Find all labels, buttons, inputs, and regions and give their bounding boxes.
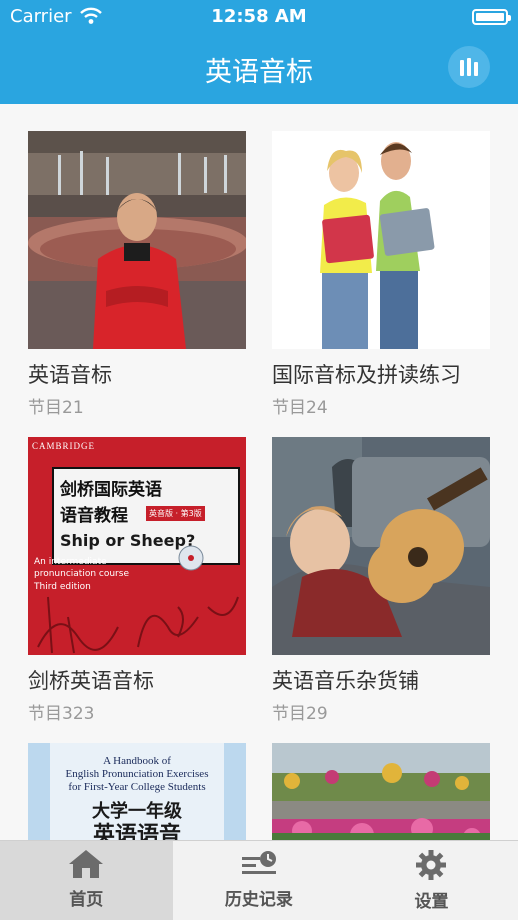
book-heading: 英语语音 — [92, 823, 181, 840]
program-card[interactable] — [272, 743, 490, 840]
now-playing-button[interactable] — [448, 46, 490, 88]
status-time: 12:58 AM — [211, 6, 307, 27]
book-subtitle: Ship or Sheep? — [60, 531, 196, 550]
book-title-box: 剑桥国际英语 语音教程 英音版 · 第3版 Ship or Sheep? — [52, 467, 240, 565]
program-title: 英语音乐杂货铺 — [272, 669, 419, 693]
book-line: for First-Year College Students — [68, 781, 206, 793]
battery-icon — [472, 9, 511, 25]
cd-icon — [178, 545, 204, 571]
edition-badge: 英音版 · 第3版 — [146, 506, 205, 521]
tab-label: 首页 — [69, 890, 104, 910]
program-count: 节目24 — [272, 398, 328, 418]
book-heading: 剑桥国际英语 — [60, 480, 162, 500]
program-card[interactable]: 英语音乐杂货铺 节目29 — [272, 437, 490, 724]
book-publisher: CAMBRIDGE — [32, 441, 96, 451]
program-thumbnail — [28, 131, 246, 349]
book-line: A Handbook of — [103, 755, 171, 767]
program-count: 节目323 — [28, 704, 95, 724]
book-description: An intermediate — [34, 557, 107, 567]
program-thumbnail: CAMBRIDGE 剑桥国际英语 语音教程 英音版 · 第3版 Ship or … — [28, 437, 246, 655]
program-thumbnail — [272, 437, 490, 655]
tab-home[interactable]: 首页 — [0, 841, 173, 920]
header: Carrier 12:58 AM 英语音标 — [0, 0, 518, 104]
program-card[interactable]: CAMBRIDGE 剑桥国际英语 语音教程 英音版 · 第3版 Ship or … — [28, 437, 246, 724]
gear-icon — [416, 850, 447, 880]
program-grid: 英语音标 节目21 国际音标及拼读练习 节目24 CAMBRIDGE 剑桥国际英… — [0, 104, 518, 840]
program-title: 英语音标 — [28, 363, 112, 387]
status-bar: Carrier 12:58 AM — [0, 0, 518, 34]
book-description: pronunciation course — [34, 569, 129, 579]
page-title: 英语音标 — [205, 57, 313, 88]
tab-history[interactable]: 历史记录 — [173, 841, 346, 920]
program-title: 剑桥英语音标 — [28, 669, 154, 693]
program-count: 节目29 — [272, 704, 328, 724]
book-line: English Pronunciation Exercises — [65, 768, 209, 780]
program-card[interactable]: 国际音标及拼读练习 节目24 — [272, 131, 490, 418]
equalizer-icon — [460, 58, 478, 76]
tab-settings[interactable]: 设置 — [345, 841, 518, 920]
program-count: 节目21 — [28, 398, 84, 418]
program-thumbnail — [272, 131, 490, 349]
tab-bar: 首页 历史记录 设置 — [0, 840, 518, 920]
program-card[interactable]: A Handbook of English Pronunciation Exer… — [28, 743, 246, 840]
tab-label: 历史记录 — [224, 890, 293, 910]
program-card[interactable]: 英语音标 节目21 — [28, 131, 246, 418]
program-thumbnail: A Handbook of English Pronunciation Exer… — [28, 743, 246, 840]
program-title: 国际音标及拼读练习 — [272, 363, 461, 387]
program-thumbnail — [272, 743, 490, 840]
history-icon — [241, 851, 276, 874]
tab-label: 设置 — [414, 892, 449, 912]
book-heading: 语音教程 — [60, 506, 128, 526]
home-icon — [69, 850, 104, 878]
